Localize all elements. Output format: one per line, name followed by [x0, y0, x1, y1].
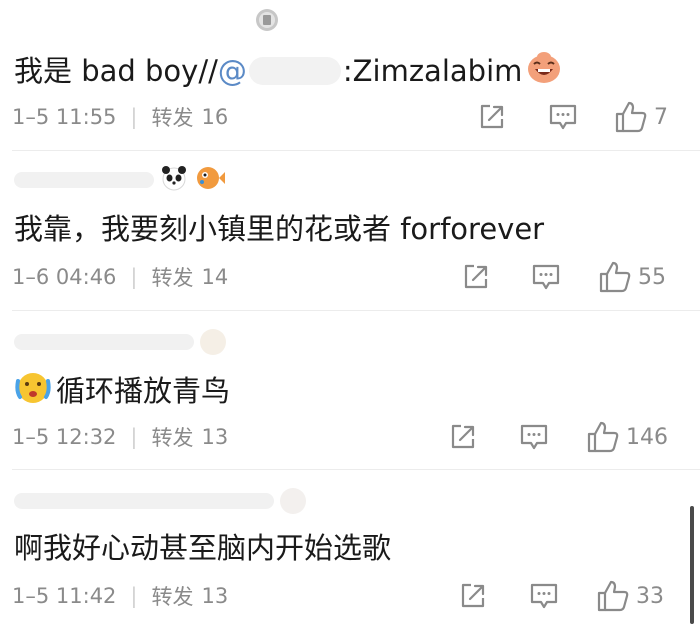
comment-icon [530, 583, 558, 609]
meta-separator: | [130, 105, 138, 129]
commenter-name-blurred [14, 493, 274, 509]
comment-date: 1–6 04:46 [12, 265, 117, 289]
repost-label: 转发 [151, 426, 194, 450]
comment-icon [532, 264, 560, 290]
meta-separator: | [130, 584, 138, 608]
share-out-icon [461, 583, 485, 608]
comment-item: 啊我好心动甚至脑内开始选歌 1–5 11:42 | 转发 13 33 [0, 470, 700, 626]
comment-meta: 1–5 11:55 | 转发 16 [12, 102, 228, 132]
thumbs-up-icon [597, 580, 629, 612]
comment-icon [520, 424, 548, 450]
like-count: 7 [654, 104, 668, 130]
share-button[interactable] [477, 102, 507, 132]
mention-name-blurred [248, 57, 341, 85]
like-count: 146 [626, 424, 668, 450]
crying-face-emoji-icon [14, 369, 52, 413]
thumbs-up-icon [587, 421, 619, 453]
share-out-icon [480, 104, 504, 129]
commenter-name-row[interactable] [14, 163, 226, 197]
comment-date: 1–5 11:55 [12, 105, 117, 129]
share-out-icon [464, 264, 488, 289]
comment-text: 循环播放青鸟 [14, 369, 230, 413]
comment-text-content: 我靠，我要刻小镇里的花或者 forforever [14, 212, 545, 246]
comment-text: 啊我好心动甚至脑内开始选歌 [14, 530, 391, 566]
comment-button[interactable] [529, 582, 559, 610]
like-count: 55 [638, 264, 666, 290]
comment-meta: 1–6 04:46 | 转发 14 [12, 262, 228, 292]
like-button[interactable]: 33 [596, 579, 664, 613]
comment-item: 我靠，我要刻小镇里的花或者 forforever 1–6 04:46 | 转发 … [0, 151, 700, 310]
scrollbar[interactable] [690, 506, 694, 624]
like-button[interactable]: 55 [598, 260, 666, 294]
emoji-icon-faded [200, 329, 226, 355]
comment-date: 1–5 11:42 [12, 584, 117, 608]
comment-item: 我是 bad boy// @ :Zimzalabim 1–5 11:55 | 转… [0, 0, 700, 150]
commenter-name-blurred [14, 172, 154, 188]
repost-count: 13 [201, 584, 229, 608]
comment-text-content: 循环播放青鸟 [56, 374, 231, 408]
share-button[interactable] [458, 581, 488, 611]
comment-item: 循环播放青鸟 1–5 12:32 | 转发 13 146 [0, 311, 700, 469]
like-button[interactable]: 7 [614, 100, 668, 134]
comment-meta: 1–5 12:32 | 转发 13 [12, 422, 228, 452]
comment-text: 我靠，我要刻小镇里的花或者 forforever [14, 211, 544, 247]
comment-text-content: 啊我好心动甚至脑内开始选歌 [14, 531, 392, 565]
repost-count: 14 [201, 265, 229, 289]
pufferfish-emoji-icon [194, 164, 226, 196]
repost-count: 16 [201, 105, 229, 129]
comment-icon [549, 104, 577, 130]
thumbs-up-icon [615, 101, 647, 133]
comment-date: 1–5 12:32 [12, 425, 117, 449]
share-out-icon [451, 424, 475, 449]
comment-text: 我是 bad boy// @ :Zimzalabim [14, 50, 562, 92]
like-count: 33 [636, 583, 664, 609]
badge-icon-faded [280, 488, 306, 514]
comment-button[interactable] [531, 263, 561, 291]
comment-button[interactable] [519, 423, 549, 451]
commenter-name-blurred [14, 334, 194, 350]
comment-button[interactable] [548, 103, 578, 131]
comment-text-prefix: 我是 bad boy// [14, 54, 218, 88]
share-button[interactable] [461, 262, 491, 292]
thumbs-up-icon [599, 261, 631, 293]
commenter-name-row[interactable] [14, 484, 306, 518]
repost-count: 13 [201, 425, 229, 449]
commenter-name-row[interactable] [14, 325, 226, 359]
repost-label: 转发 [151, 585, 194, 609]
repost-label: 转发 [151, 106, 194, 130]
laughing-face-emoji-icon [526, 50, 562, 92]
mention-link[interactable]: @ [218, 53, 343, 89]
meta-separator: | [130, 425, 138, 449]
panda-emoji-icon [160, 164, 188, 196]
comment-meta: 1–5 11:42 | 转发 13 [12, 581, 228, 611]
repost-label: 转发 [151, 266, 194, 290]
meta-separator: | [130, 265, 138, 289]
like-button[interactable]: 146 [586, 420, 668, 454]
comment-text-suffix: :Zimzalabim [342, 54, 523, 88]
share-button[interactable] [448, 422, 478, 452]
